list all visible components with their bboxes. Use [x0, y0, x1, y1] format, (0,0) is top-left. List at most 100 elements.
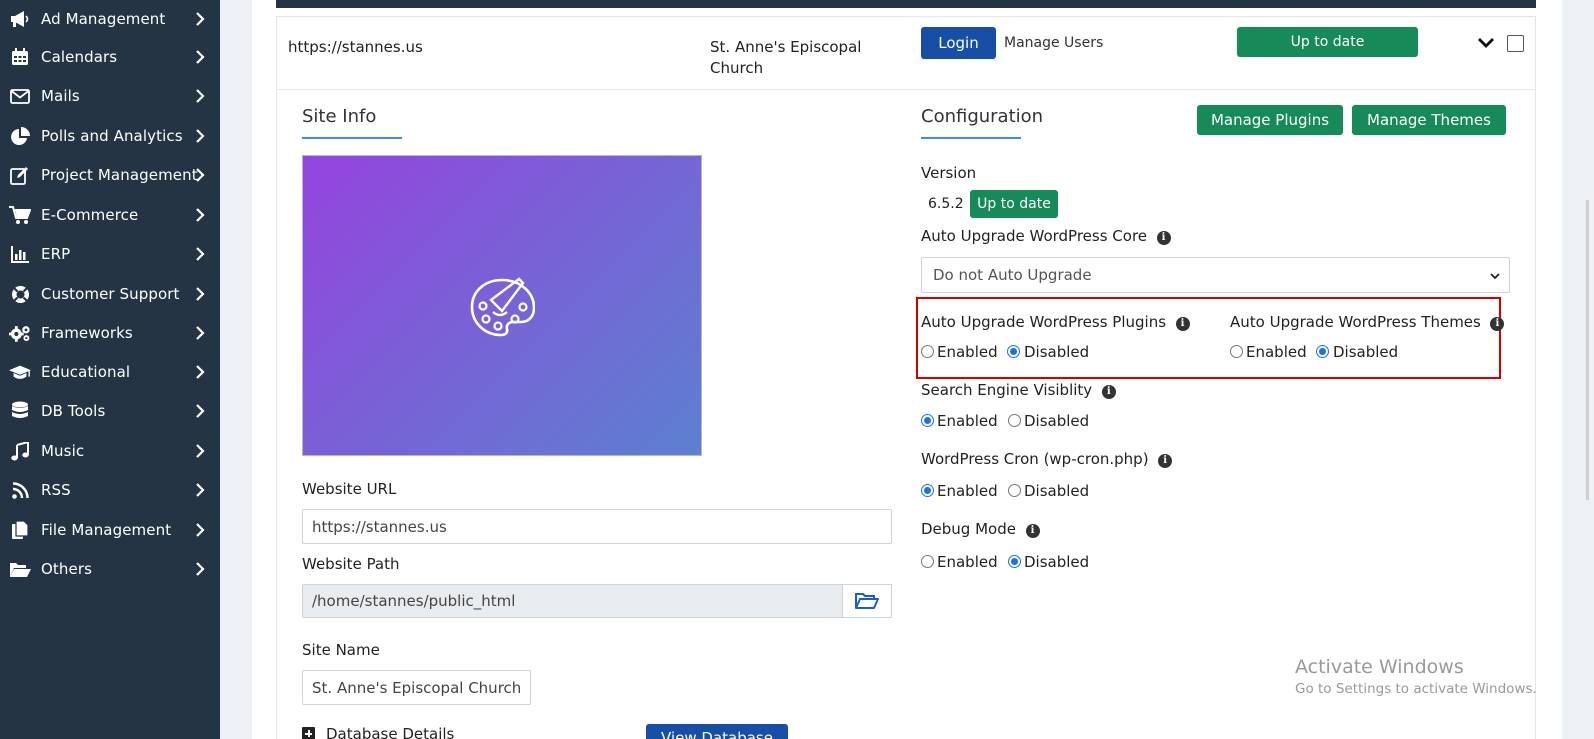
gears-icon: [9, 323, 31, 343]
version-label: Version: [921, 164, 977, 182]
auto-themes-disabled-radio[interactable]: [1316, 345, 1329, 358]
auto-themes-enabled-radio[interactable]: [1230, 345, 1243, 358]
files-icon: [9, 520, 31, 540]
sidebar-item-file-management[interactable]: File Management: [0, 511, 220, 549]
wp-cron-enabled-radio[interactable]: [921, 484, 934, 497]
site-name-line2: Church: [710, 59, 764, 77]
chevron-down-icon[interactable]: [1477, 36, 1495, 50]
info-icon[interactable]: i: [1158, 454, 1173, 468]
sidebar-item-label: E-Commerce: [41, 206, 139, 224]
website-path-input[interactable]: /home/stannes/public_html: [302, 584, 843, 618]
search-engine-text: Search Engine Visiblity: [921, 381, 1093, 399]
info-icon[interactable]: i: [1025, 524, 1040, 538]
tab-configuration[interactable]: Configuration: [921, 106, 1043, 127]
scrollbar[interactable]: [1586, 200, 1589, 500]
database-details-toggle[interactable]: Database Details: [326, 725, 454, 739]
sidebar-item-label: Polls and Analytics: [41, 127, 183, 145]
info-icon[interactable]: i: [1175, 317, 1190, 331]
sidebar-item-mails[interactable]: Mails: [0, 77, 220, 115]
sidebar-item-e-commerce[interactable]: E-Commerce: [0, 196, 220, 234]
sidebar-item-customer-support[interactable]: Customer Support: [0, 275, 220, 313]
manage-plugins-button[interactable]: Manage Plugins: [1197, 105, 1343, 135]
manage-users-link[interactable]: Manage Users: [1004, 35, 1103, 51]
disabled-label: Disabled: [1024, 343, 1090, 361]
sidebar-item-db-tools[interactable]: DB Tools: [0, 392, 220, 430]
site-select-checkbox[interactable]: [1507, 35, 1524, 52]
info-icon[interactable]: i: [1156, 231, 1171, 245]
sidebar-item-others[interactable]: Others: [0, 550, 220, 588]
view-database-button[interactable]: View Database: [646, 724, 788, 739]
site-url: https://stannes.us: [288, 38, 423, 56]
version-value: 6.5.2: [928, 196, 964, 212]
sidebar-item-erp[interactable]: ERP: [0, 235, 220, 273]
tab-underline: [302, 137, 402, 139]
chevron-right-icon: [196, 129, 205, 143]
debug-disabled-radio[interactable]: [1008, 555, 1021, 568]
chevron-right-icon: [196, 562, 205, 576]
site-thumbnail: [302, 155, 702, 456]
website-url-input[interactable]: https://stannes.us: [302, 509, 892, 544]
sidebar-item-project-management[interactable]: Project Management: [0, 156, 220, 194]
sidebar-item-label: Project Management: [41, 166, 198, 184]
auto-upgrade-core-value: Do not Auto Upgrade: [933, 266, 1092, 284]
megaphone-icon: [9, 9, 31, 29]
lifebuoy-icon: [9, 284, 31, 304]
website-url-label: Website URL: [302, 480, 397, 498]
auto-upgrade-core-select[interactable]: Do not Auto Upgrade: [921, 257, 1510, 293]
sidebar-item-label: File Management: [41, 521, 172, 539]
sidebar-item-label: DB Tools: [41, 402, 106, 420]
sidebar-item-calendars[interactable]: Calendars: [0, 38, 220, 76]
sidebar-item-label: RSS: [41, 481, 71, 499]
search-engine-enabled-radio[interactable]: [921, 414, 934, 427]
site-name-input[interactable]: St. Anne's Episcopal Church: [302, 670, 531, 705]
sidebar-item-label: Frameworks: [41, 324, 133, 342]
folder-open-icon: [9, 559, 31, 579]
divider: [277, 89, 1535, 90]
chevron-right-icon: [196, 483, 205, 497]
sidebar-item-polls-and-analytics[interactable]: Polls and Analytics: [0, 117, 220, 155]
auto-plugins-disabled-radio[interactable]: [1007, 345, 1020, 358]
sidebar-item-label: Customer Support: [41, 285, 180, 303]
sidebar-item-label: Educational: [41, 363, 131, 381]
table-header-bar: [276, 0, 1536, 8]
chevron-right-icon: [196, 523, 205, 537]
sidebar-item-label: Mails: [41, 87, 80, 105]
plus-square-icon[interactable]: [302, 727, 315, 739]
sidebar-item-educational[interactable]: Educational: [0, 353, 220, 391]
browse-folder-button[interactable]: [842, 584, 892, 618]
tab-underline: [921, 137, 1021, 139]
chevron-right-icon: [196, 326, 205, 340]
sidebar-item-ad-management[interactable]: Ad Management: [0, 0, 220, 38]
version-status-badge: Up to date: [970, 190, 1058, 218]
sidebar-item-rss[interactable]: RSS: [0, 471, 220, 509]
disabled-label: Disabled: [1024, 412, 1090, 430]
debug-enabled-radio[interactable]: [921, 555, 934, 568]
site-name-line1: St. Anne's Episcopal: [710, 38, 862, 56]
activate-windows-subtitle: Go to Settings to activate Windows.: [1295, 681, 1537, 697]
search-engine-disabled-radio[interactable]: [1008, 414, 1021, 427]
info-icon[interactable]: i: [1101, 385, 1116, 399]
enabled-label: Enabled: [937, 482, 998, 500]
auto-upgrade-themes-text: Auto Upgrade WordPress Themes: [1230, 313, 1481, 331]
manage-themes-button[interactable]: Manage Themes: [1352, 105, 1506, 135]
chevron-right-icon: [196, 247, 205, 261]
login-button[interactable]: Login: [921, 27, 996, 59]
cart-icon: [9, 205, 31, 225]
search-engine-label: Search Engine Visiblity i: [921, 381, 1116, 399]
activate-windows-title: Activate Windows: [1295, 656, 1464, 678]
sidebar-item-label: Others: [41, 560, 93, 578]
sidebar-item-label: Calendars: [41, 48, 118, 66]
bar-chart-icon: [9, 244, 31, 264]
update-status-badge: Up to date: [1237, 27, 1418, 57]
wp-cron-disabled-radio[interactable]: [1008, 484, 1021, 497]
tab-site-info[interactable]: Site Info: [302, 106, 376, 127]
enabled-label: Enabled: [937, 412, 998, 430]
info-icon[interactable]: i: [1490, 317, 1505, 331]
sidebar-item-music[interactable]: Music: [0, 432, 220, 470]
website-path-label: Website Path: [302, 555, 400, 573]
disabled-label: Disabled: [1024, 482, 1090, 500]
auto-plugins-enabled-radio[interactable]: [921, 345, 934, 358]
disabled-label: Disabled: [1024, 553, 1090, 571]
sidebar-item-frameworks[interactable]: Frameworks: [0, 314, 220, 352]
chevron-right-icon: [196, 89, 205, 103]
